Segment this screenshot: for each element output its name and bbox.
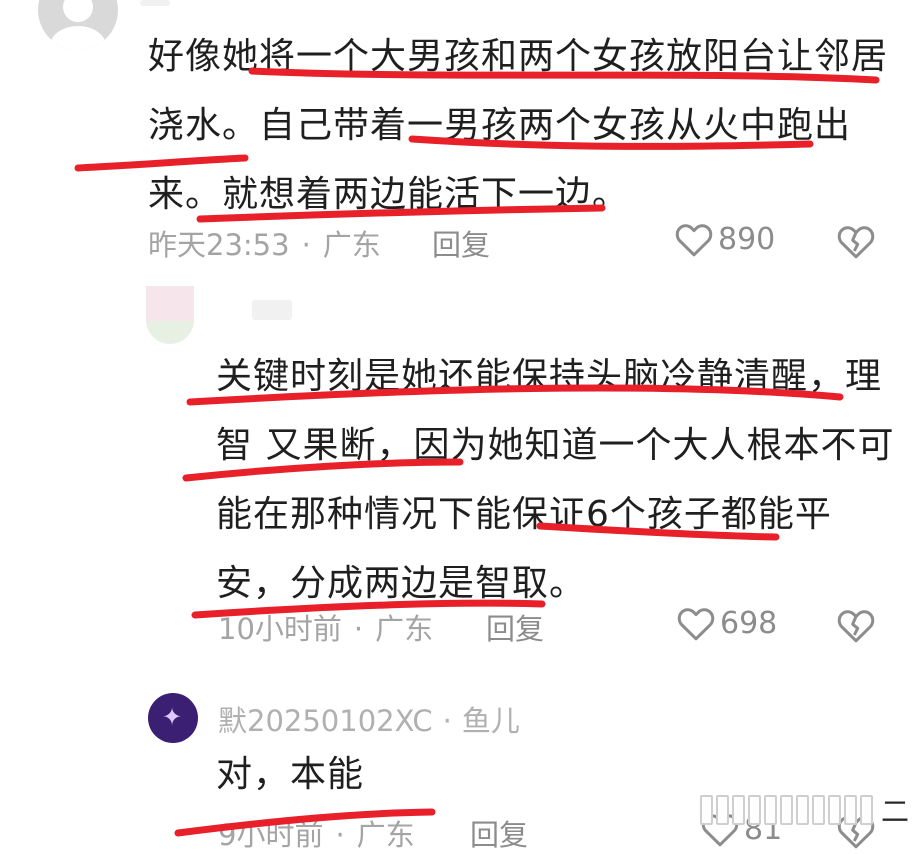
comment-1-region: 广东 [322,228,381,262]
avatar[interactable]: ✦ [148,693,198,743]
avatar[interactable] [146,286,194,344]
comment-3-author[interactable]: 默20250102XC · 鱼儿 [218,698,520,740]
watermark: 二 [700,790,909,830]
reply-button[interactable]: 回复 [470,812,528,854]
comment-1-meta: 昨天23:53 · 广东 [148,228,381,262]
reply-target: 鱼儿 [461,704,520,738]
like-count: 890 [718,221,776,257]
comment-1-text: 好像她将一个大男孩和两个女孩放阳台让邻居浇水。自己带着一男孩两个女孩从火中跑出来… [148,36,889,215]
like-button[interactable]: 890 [674,220,775,258]
comment-3-meta: 9小时前 · 广东 [218,818,415,852]
heart-icon [675,224,713,257]
dislike-button[interactable] [836,222,876,260]
comment-2-region: 广东 [375,612,434,646]
reply-button[interactable]: 回复 [486,606,544,648]
broken-heart-icon [837,226,875,259]
like-count: 698 [720,605,778,641]
watermark-text: 二 [881,795,910,828]
dislike-button[interactable] [836,606,876,644]
comment-2-time: 10小时前 [218,612,342,646]
avatar-body [50,26,106,50]
avatar[interactable] [38,0,118,50]
heart-icon [677,608,715,641]
comment-1-time: 昨天23:53 [148,228,290,262]
username-blurred[interactable] [140,0,170,6]
avatar-glyph-icon: ✦ [162,703,183,731]
watermark-bars-icon [700,795,873,825]
broken-heart-icon [837,610,875,643]
avatar-head [63,0,93,22]
comment-3-text: 对，本能 [216,754,365,795]
username: 默20250102XC [218,704,433,738]
comment-2-text: 关键时刻是她还能保持头脑冷静清醒，理智 又果断，因为她知道一个大人根本不可能在那… [216,356,895,604]
comment-3-region: 广东 [356,818,415,852]
reply-button[interactable]: 回复 [432,222,490,264]
comment-3-time: 9小时前 [218,818,324,852]
username-blurred[interactable] [252,300,292,320]
comment-2-meta: 10小时前 · 广东 [218,612,434,646]
like-button[interactable]: 698 [676,604,777,642]
